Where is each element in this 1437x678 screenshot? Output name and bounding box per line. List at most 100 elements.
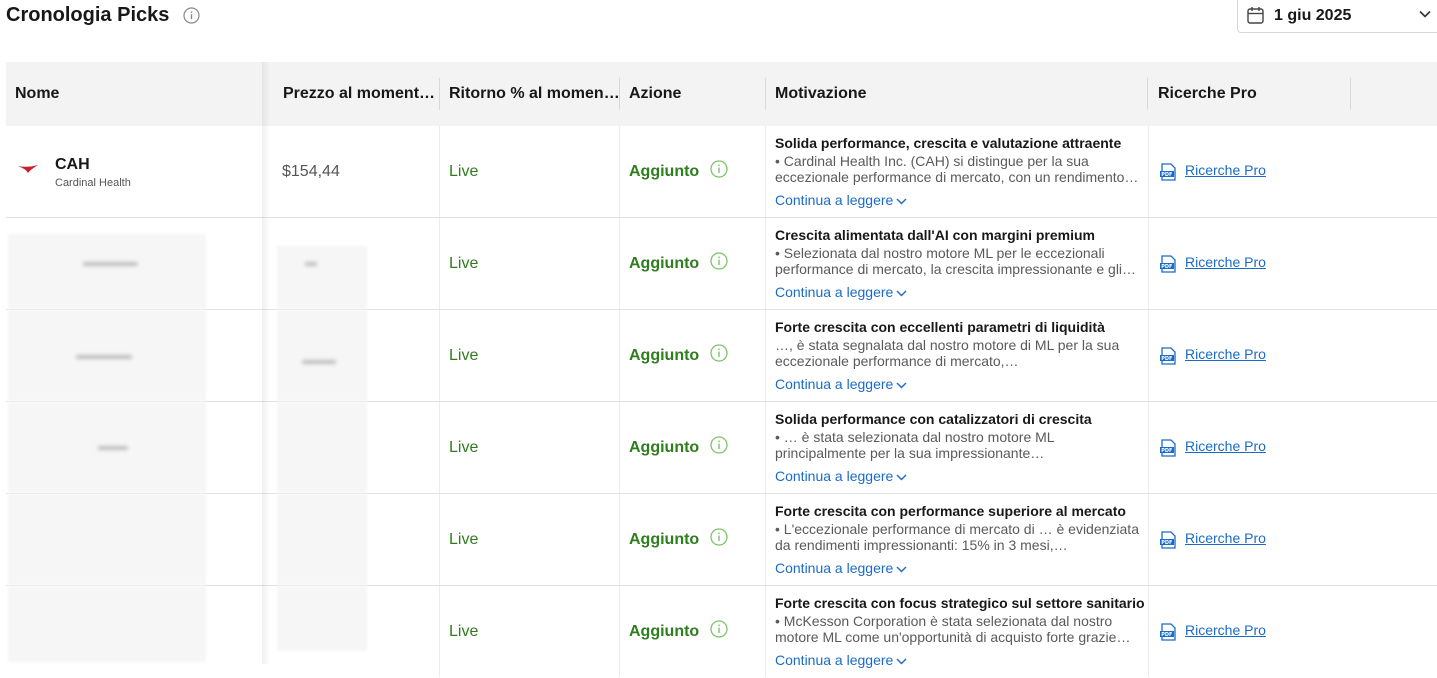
blurred-price (277, 402, 367, 493)
column-header-name[interactable]: Nome (6, 62, 268, 126)
chevron-down-icon (1419, 10, 1431, 18)
return-value: Live (449, 531, 479, 548)
return-value: Live (449, 163, 479, 180)
info-circle-icon[interactable] (710, 160, 728, 178)
pdf-icon[interactable]: PDF (1159, 439, 1177, 457)
calendar-icon (1247, 7, 1264, 24)
action-value: Aggiunto (629, 439, 700, 456)
info-circle-icon[interactable] (710, 620, 728, 638)
read-more-link[interactable]: Continua a leggere (775, 284, 907, 300)
blurred-name (8, 494, 206, 585)
read-more-label: Continua a leggere (775, 652, 894, 668)
return-value: Live (449, 623, 479, 640)
blurred-name (8, 586, 206, 662)
svg-text:PDF: PDF (1161, 632, 1172, 638)
action-value: Aggiunto (629, 255, 700, 272)
motivation-title: Forte crescita con performance superiore… (775, 503, 1126, 519)
info-circle-icon[interactable] (710, 344, 728, 362)
info-circle-icon[interactable] (710, 528, 728, 546)
svg-text:PDF: PDF (1161, 172, 1172, 178)
pdf-icon[interactable]: PDF (1159, 531, 1177, 549)
blurred-price (277, 310, 367, 401)
blurred-price (277, 494, 367, 585)
motivation-text: • … è stata selezionata dal nostro motor… (775, 429, 1055, 461)
column-header-price[interactable]: Prezzo al momento della pick (274, 62, 440, 126)
chevron-down-icon (896, 290, 907, 297)
table-row[interactable]: Live Aggiunto Solida performance con cat… (6, 402, 1437, 494)
action-value: Aggiunto (629, 347, 700, 364)
svg-text:PDF: PDF (1161, 540, 1172, 546)
blurred-name (8, 310, 206, 401)
action-value: Aggiunto (629, 531, 700, 548)
table-row[interactable]: Live Aggiunto Forte crescita con focus s… (6, 586, 1437, 677)
read-more-link[interactable]: Continua a leggere (775, 652, 907, 668)
read-more-label: Continua a leggere (775, 192, 894, 208)
blurred-name (8, 234, 206, 309)
page-header: Cronologia Picks 1 giu 2025 (0, 0, 1437, 60)
picks-table: Nome Prezzo al momento della pick Ritorn… (6, 62, 1437, 677)
chevron-down-icon (896, 658, 907, 665)
motivation-title: Forte crescita con eccellenti parametri … (775, 319, 1105, 335)
motivation-text: • Selezionata dal nostro motore ML per l… (775, 245, 1137, 277)
action-value: Aggiunto (629, 163, 700, 180)
motivation-title: Solida performance con catalizzatori di … (775, 411, 1092, 427)
column-header-motivation[interactable]: Motivazione (766, 62, 1148, 126)
pro-research-link[interactable]: Ricerche Pro (1185, 622, 1266, 638)
page-title: Cronologia Picks (6, 4, 170, 26)
svg-text:PDF: PDF (1161, 448, 1172, 454)
company-name: Cardinal Health (55, 177, 131, 189)
motivation-text: …, è stata segnalata dal nostro motore d… (775, 337, 1120, 369)
chevron-down-icon (896, 566, 907, 573)
chevron-down-icon (896, 382, 907, 389)
blurred-price (277, 246, 367, 309)
pdf-icon[interactable]: PDF (1159, 623, 1177, 641)
action-value: Aggiunto (629, 623, 700, 640)
table-row[interactable]: CAH Cardinal Health $154,44 Live Aggiunt… (6, 126, 1437, 218)
info-circle-icon[interactable] (710, 252, 728, 270)
info-circle-icon[interactable] (710, 436, 728, 454)
date-value: 1 giu 2025 (1274, 7, 1352, 24)
blurred-price (277, 586, 367, 651)
read-more-link[interactable]: Continua a leggere (775, 560, 907, 576)
svg-text:PDF: PDF (1161, 356, 1172, 362)
read-more-link[interactable]: Continua a leggere (775, 192, 907, 208)
table-row[interactable]: Live Aggiunto Forte crescita con eccelle… (6, 310, 1437, 402)
column-header-pro-research[interactable]: Ricerche Pro (1149, 62, 1351, 126)
return-value: Live (449, 255, 479, 272)
return-value: Live (449, 347, 479, 364)
read-more-link[interactable]: Continua a leggere (775, 376, 907, 392)
pdf-icon[interactable]: PDF (1159, 347, 1177, 365)
read-more-label: Continua a leggere (775, 284, 894, 300)
date-picker[interactable]: 1 giu 2025 (1237, 0, 1437, 33)
read-more-link[interactable]: Continua a leggere (775, 468, 907, 484)
motivation-title: Solida performance, crescita e valutazio… (775, 135, 1122, 151)
pdf-icon[interactable]: PDF (1159, 163, 1177, 181)
price-value: $154,44 (282, 163, 340, 180)
pro-research-link[interactable]: Ricerche Pro (1185, 254, 1266, 270)
pro-research-link[interactable]: Ricerche Pro (1185, 162, 1266, 178)
column-header-return[interactable]: Ritorno % al momento della pick (440, 62, 620, 126)
column-header-action[interactable]: Azione (620, 62, 766, 126)
ticker[interactable]: CAH (55, 156, 90, 174)
pro-research-link[interactable]: Ricerche Pro (1185, 438, 1266, 454)
table-row[interactable]: Live Aggiunto Crescita alimentata dall'A… (6, 218, 1437, 310)
read-more-label: Continua a leggere (775, 560, 894, 576)
motivation-title: Forte crescita con focus strategico sul … (775, 595, 1145, 611)
chevron-down-icon (896, 474, 907, 481)
pdf-icon[interactable]: PDF (1159, 255, 1177, 273)
return-value: Live (449, 439, 479, 456)
motivation-text: • Cardinal Health Inc. (CAH) si distingu… (775, 153, 1125, 185)
motivation-title: Crescita alimentata dall'AI con margini … (775, 227, 1095, 243)
table-row[interactable]: Live Aggiunto Forte crescita con perform… (6, 494, 1437, 586)
info-icon[interactable] (183, 7, 200, 24)
read-more-label: Continua a leggere (775, 468, 894, 484)
pro-research-link[interactable]: Ricerche Pro (1185, 346, 1266, 362)
chevron-down-icon (896, 198, 907, 205)
motivation-text: • McKesson Corporation è stata seleziona… (775, 613, 1117, 645)
company-logo-icon (18, 165, 38, 173)
table-header: Nome Prezzo al momento della pick Ritorn… (6, 62, 1437, 126)
svg-text:PDF: PDF (1161, 264, 1172, 270)
pro-research-link[interactable]: Ricerche Pro (1185, 530, 1266, 546)
motivation-text: • L'eccezionale performance di mercato d… (775, 521, 1139, 553)
read-more-label: Continua a leggere (775, 376, 894, 392)
